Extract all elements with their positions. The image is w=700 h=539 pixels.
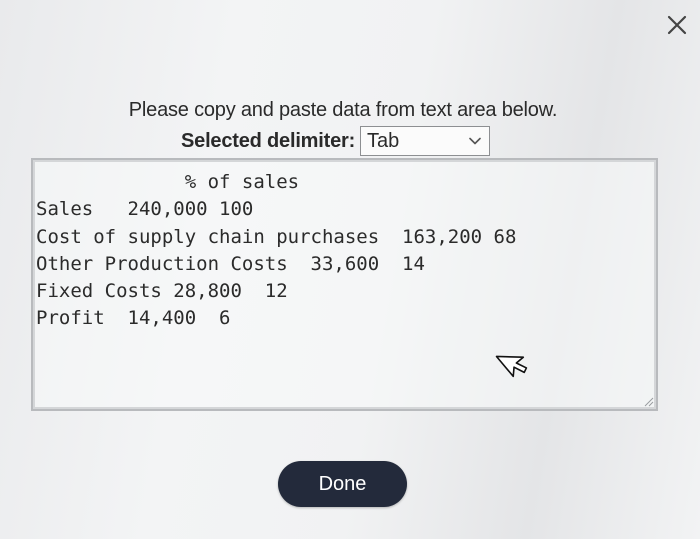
data-line-cost-of-supply: Cost of supply chain purchases 163,200 6… bbox=[36, 225, 517, 248]
done-button[interactable]: Done bbox=[278, 461, 407, 507]
delimiter-label: Selected delimiter: bbox=[181, 129, 356, 152]
data-line-header: % of sales bbox=[36, 171, 300, 193]
delimiter-select[interactable]: Tab bbox=[360, 126, 491, 156]
chevron-down-icon bbox=[469, 137, 481, 145]
close-icon bbox=[667, 15, 687, 35]
data-text-area[interactable]: % of sales Sales 240,000 100 Cost of suppl… bbox=[31, 158, 658, 411]
data-text-content: % of sales Sales 240,000 100 Cost of suppl… bbox=[36, 169, 516, 333]
close-button[interactable] bbox=[660, 8, 694, 42]
data-line-other-production: Other Production Costs 33,600 14 bbox=[36, 252, 425, 275]
data-line-sales: Sales 240,000 100 bbox=[36, 198, 254, 221]
instructions-text: Please copy and paste data from text are… bbox=[128, 99, 558, 121]
delimiter-selected-value: Tab bbox=[367, 129, 400, 152]
data-line-profit: Profit 14,400 6 bbox=[36, 307, 231, 330]
delimiter-row: Selected delimiter: Tab bbox=[181, 126, 491, 156]
resize-handle-icon[interactable] bbox=[642, 395, 654, 407]
data-line-fixed-costs: Fixed Costs 28,800 12 bbox=[36, 280, 288, 303]
